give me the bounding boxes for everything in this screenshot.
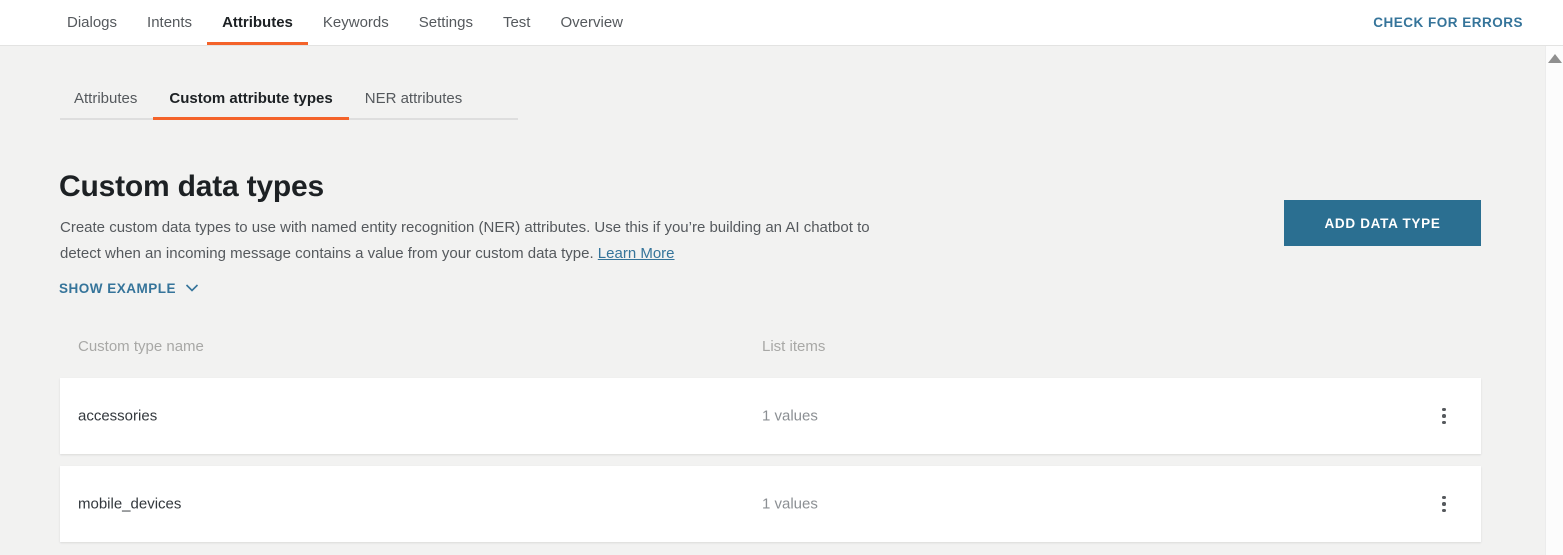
check-for-errors-button[interactable]: CHECK FOR ERRORS	[1373, 0, 1523, 45]
learn-more-link[interactable]: Learn More	[598, 245, 675, 262]
cell-list-items: 1 values	[762, 407, 818, 425]
column-header-custom-type-name: Custom type name	[78, 338, 204, 355]
table-row[interactable]: accessories 1 values	[60, 378, 1481, 454]
page-title: Custom data types	[59, 170, 324, 204]
nav-item-settings[interactable]: Settings	[404, 0, 488, 45]
tab-label: NER attributes	[364, 89, 463, 107]
tab-attributes[interactable]: Attributes	[60, 78, 153, 118]
nav-item-intents[interactable]: Intents	[132, 0, 207, 45]
nav-item-test[interactable]: Test	[488, 0, 546, 45]
tab-label: Custom attribute types	[169, 89, 333, 107]
column-header-list-items: List items	[762, 338, 826, 355]
page-description-text: Create custom data types to use with nam…	[60, 219, 870, 262]
vertical-scrollbar[interactable]	[1545, 46, 1563, 555]
cell-list-items: 1 values	[762, 495, 818, 513]
nav-item-overview[interactable]: Overview	[545, 0, 638, 45]
check-for-errors-label: CHECK FOR ERRORS	[1373, 15, 1523, 30]
chevron-down-icon	[185, 284, 199, 292]
row-more-options-icon[interactable]	[1433, 493, 1455, 515]
table-header-row: Custom type name List items	[60, 338, 1481, 366]
nav-item-label: Test	[502, 14, 531, 31]
secondary-tabs: Attributes Custom attribute types NER at…	[60, 78, 518, 120]
nav-item-label: Settings	[418, 14, 473, 31]
nav-item-dialogs[interactable]: Dialogs	[52, 0, 132, 45]
row-more-options-icon[interactable]	[1433, 405, 1455, 427]
show-example-label: SHOW EXAMPLE	[59, 280, 177, 296]
table-row[interactable]: mobile_devices 1 values	[60, 466, 1481, 542]
tab-ner-attributes[interactable]: NER attributes	[349, 78, 479, 118]
add-data-type-button[interactable]: ADD DATA TYPE	[1284, 200, 1481, 246]
top-header-bar: Dialogs Intents Attributes Keywords Sett…	[0, 0, 1563, 46]
nav-item-label: Attributes	[222, 14, 293, 31]
scroll-up-arrow-icon[interactable]	[1546, 50, 1563, 67]
nav-item-attributes[interactable]: Attributes	[207, 0, 308, 45]
page-description: Create custom data types to use with nam…	[60, 215, 910, 267]
nav-item-label: Intents	[147, 14, 193, 31]
cell-custom-type-name: accessories	[78, 407, 158, 425]
nav-item-label: Overview	[560, 14, 623, 31]
primary-nav: Dialogs Intents Attributes Keywords Sett…	[52, 0, 638, 45]
tab-custom-attribute-types[interactable]: Custom attribute types	[153, 78, 350, 120]
nav-item-keywords[interactable]: Keywords	[308, 0, 404, 45]
nav-item-label: Keywords	[322, 14, 389, 31]
nav-item-label: Dialogs	[67, 14, 118, 31]
tab-label: Attributes	[74, 89, 138, 107]
cell-custom-type-name: mobile_devices	[78, 495, 182, 513]
show-example-toggle[interactable]: SHOW EXAMPLE	[59, 280, 200, 296]
